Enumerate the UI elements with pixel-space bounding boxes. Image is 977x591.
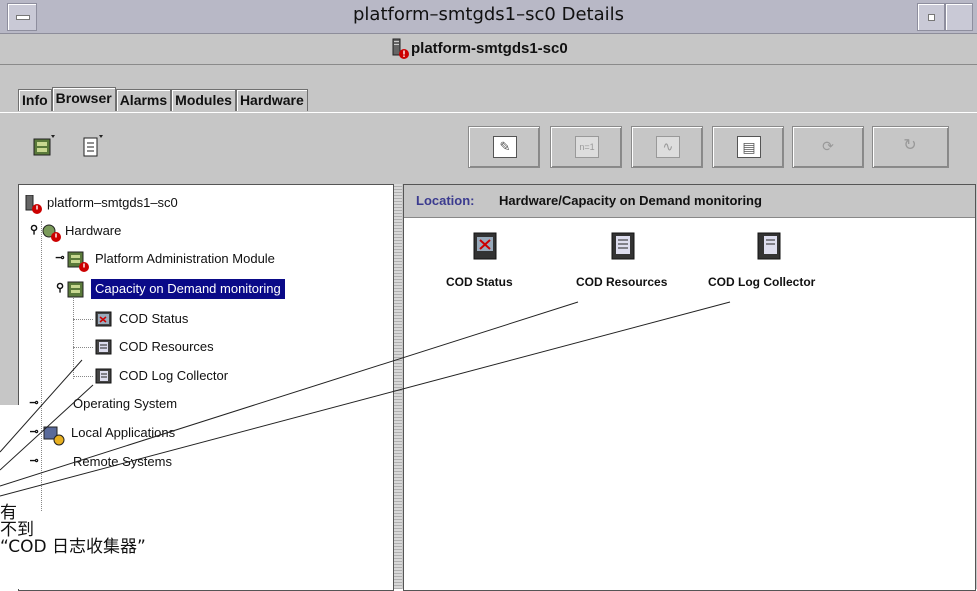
- tab-alarms[interactable]: Alarms: [115, 89, 172, 111]
- tree-label-os: Operating System: [73, 396, 178, 411]
- refresh-button[interactable]: ↻: [872, 126, 949, 168]
- graph-button[interactable]: ∿: [631, 126, 703, 168]
- cod-resources-label: COD Resources: [576, 275, 668, 289]
- sample-button[interactable]: n=1: [550, 126, 622, 168]
- tab-divider: [0, 112, 977, 113]
- edit-icon: ✎: [493, 136, 517, 158]
- refresh-icon: ↻: [903, 137, 917, 154]
- tree-label-hardware: Hardware: [65, 223, 122, 238]
- cod-status-label: COD Status: [446, 275, 513, 289]
- expand-toggle[interactable]: ⚲: [29, 225, 39, 236]
- host-name: platform-smtgds1-sc0: [411, 40, 568, 57]
- server-alarm-icon: [392, 38, 409, 59]
- table-view-button[interactable]: ▤: [712, 126, 784, 168]
- expand-toggle[interactable]: ⊸: [29, 427, 39, 438]
- server-alarm-icon: [25, 195, 42, 214]
- cod-log-icon: [95, 368, 112, 384]
- module-menu-icon[interactable]: [33, 133, 57, 159]
- expand-toggle[interactable]: ⊸: [29, 398, 39, 409]
- hardware-alarm-icon: [42, 224, 61, 242]
- table-icon: ▤: [737, 136, 761, 158]
- refresh-detail-button[interactable]: ⟳: [792, 126, 864, 168]
- tab-modules[interactable]: Modules: [171, 89, 236, 111]
- tree-label-local-apps: Local Applications: [71, 425, 176, 440]
- tree-label-cod-resources: COD Resources: [119, 339, 214, 354]
- tab-hardware[interactable]: Hardware: [235, 89, 308, 111]
- annotation-margin: [0, 405, 30, 589]
- graph-icon: ∿: [656, 136, 680, 158]
- title-bar[interactable]: platform–smtgds1–sc0 Details: [0, 0, 977, 34]
- location-bar: Location: Hardware/Capacity on Demand mo…: [404, 185, 975, 218]
- expand-toggle[interactable]: ⊸: [29, 456, 39, 467]
- cod-log-icon: [757, 232, 781, 260]
- local-apps-icon: [43, 426, 65, 446]
- content-panel: Location: Hardware/Capacity on Demand mo…: [403, 184, 976, 591]
- location-label: Location:: [416, 193, 475, 208]
- tab-browser[interactable]: Browser: [51, 87, 116, 111]
- tab-bar: Info Browser Alarms Modules Hardware: [18, 87, 308, 112]
- refresh-detail-icon: ⟳: [822, 138, 834, 154]
- tab-info[interactable]: Info: [18, 89, 52, 111]
- window-title: platform–smtgds1–sc0 Details: [353, 4, 624, 25]
- tree-label-pam: Platform Administration Module: [95, 251, 275, 266]
- callout-line-3: “COD 日志收集器”: [0, 537, 146, 557]
- cod-log-label: COD Log Collector: [708, 275, 816, 289]
- properties-menu-icon[interactable]: [81, 133, 105, 159]
- location-path: Hardware/Capacity on Demand monitoring: [499, 193, 762, 208]
- annotation-callout: 有 不到 “COD 日志收集器”: [0, 505, 146, 556]
- tree-label-remote: Remote Systems: [73, 454, 172, 469]
- expand-toggle[interactable]: ⊸: [55, 253, 65, 264]
- host-header: platform-smtgds1-sc0: [0, 34, 977, 65]
- maximize-button[interactable]: [945, 3, 973, 31]
- cod-status-icon: [95, 311, 112, 327]
- n1-icon: n=1: [575, 136, 599, 158]
- expand-toggle[interactable]: ⚲: [55, 283, 65, 294]
- tree-label-cod-status: COD Status: [119, 311, 189, 326]
- cod-resources-icon: [611, 232, 635, 260]
- cod-status-icon: [473, 232, 497, 260]
- details-window: platform–smtgds1–sc0 Details platform-sm…: [0, 0, 977, 591]
- module-icon: [67, 281, 84, 298]
- cod-resources-icon: [95, 339, 112, 355]
- minimize-button[interactable]: [917, 3, 945, 31]
- panel-splitter[interactable]: [394, 184, 402, 589]
- module-alarm-icon: [67, 251, 89, 272]
- tree-label-cod: Capacity on Demand monitoring: [91, 279, 285, 299]
- edit-button[interactable]: ✎: [468, 126, 540, 168]
- tree-label-cod-log: COD Log Collector: [119, 368, 229, 383]
- tree-label-root: platform–smtgds1–sc0: [47, 195, 178, 210]
